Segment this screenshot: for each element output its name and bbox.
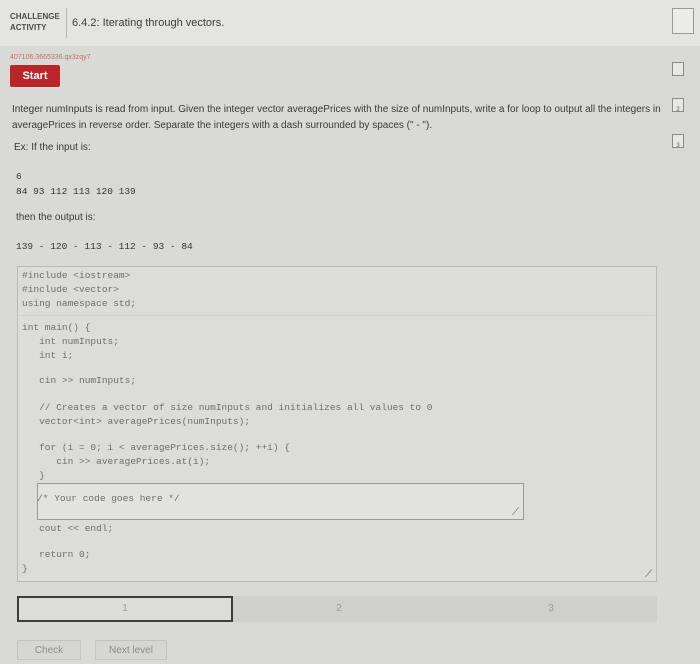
level-2-number: 2 — [676, 107, 680, 113]
editor-resize-handle-icon[interactable]: ⟋ — [645, 569, 652, 580]
level-3-box-icon[interactable]: 3 — [672, 134, 684, 149]
code-separator — [19, 315, 655, 316]
header-divider — [66, 8, 67, 38]
code-line: using namespace std; — [22, 298, 137, 309]
code-line: return 0; — [22, 549, 91, 560]
next-level-button[interactable]: Next level — [95, 640, 167, 660]
level-1-segment[interactable]: 1 — [17, 596, 233, 622]
code-placeholder-comment: /* Your code goes here */ — [20, 493, 180, 504]
code-line: } — [22, 563, 28, 574]
check-button[interactable]: Check — [17, 640, 81, 660]
badge-line-2: ACTIVITY — [10, 23, 47, 32]
output-intro: then the output is: — [16, 212, 96, 223]
code-line: vector<int> averagePrices(numInputs); — [22, 416, 251, 427]
level-3-number: 3 — [676, 143, 680, 149]
activity-title: 6.4.2: Iterating through vectors. — [72, 17, 225, 29]
code-line: cin >> averagePrices.at(i); — [22, 456, 211, 467]
example-intro: Ex: If the input is: — [14, 142, 91, 153]
level-2-segment[interactable]: 2 — [233, 596, 445, 622]
code-line: #include <vector> — [22, 284, 119, 295]
start-button[interactable]: Start — [10, 65, 60, 87]
problem-description: Integer numInputs is read from input. Gi… — [12, 104, 661, 131]
level-1-box-icon[interactable] — [672, 62, 684, 76]
student-code-input[interactable]: /* Your code goes here */ ⟋ — [37, 483, 524, 520]
challenge-activity-badge: CHALLENGE ACTIVITY — [10, 11, 60, 33]
level-3-segment[interactable]: 3 — [445, 596, 657, 622]
example-input-line-1: 6 — [16, 171, 22, 182]
code-editor[interactable]: #include <iostream> #include <vector> us… — [17, 266, 657, 582]
badge-line-1: CHALLENGE — [10, 12, 60, 21]
code-line: for (i = 0; i < averagePrices.size(); ++… — [22, 442, 290, 453]
completion-box — [672, 8, 694, 34]
example-input-line-2: 84 93 112 113 120 139 — [16, 186, 136, 197]
code-line: #include <iostream> — [22, 270, 131, 281]
level-2-box-icon[interactable]: 2 — [672, 98, 684, 113]
code-line: cin >> numInputs; — [22, 375, 137, 386]
code-line: int numInputs; — [22, 336, 119, 347]
example-output: 139 - 120 - 113 - 112 - 93 - 84 — [16, 241, 193, 252]
activity-id: 407106.3665336.qx3zqy7 — [10, 54, 91, 61]
level-progress-bar: 1 2 3 — [17, 596, 657, 622]
code-line: int i; — [22, 350, 74, 361]
code-line: cout << endl; — [22, 523, 114, 534]
activity-header: CHALLENGE ACTIVITY 6.4.2: Iterating thro… — [0, 0, 700, 46]
code-line: } — [22, 470, 45, 481]
input-resize-handle-icon[interactable]: ⟋ — [512, 507, 519, 518]
code-line: int main() { — [22, 322, 91, 333]
code-comment: // Creates a vector of size numInputs an… — [22, 402, 433, 413]
